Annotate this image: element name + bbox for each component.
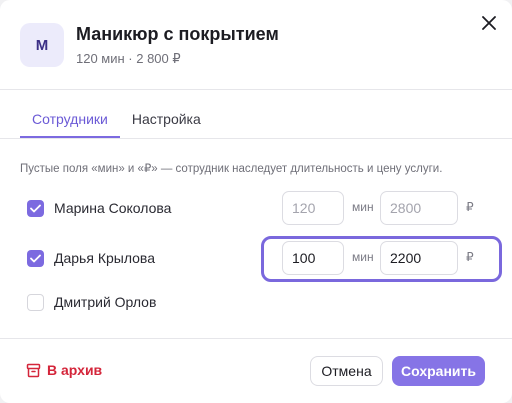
close-button[interactable]	[478, 12, 500, 34]
archive-label: В архив	[47, 362, 103, 378]
staff-row: Дарья Крылова мин ₽	[0, 241, 512, 277]
currency-unit: ₽	[466, 200, 474, 214]
inheritance-hint: Пустые поля «мин» и «₽» — сотрудник насл…	[20, 163, 443, 175]
staff-checkbox[interactable]	[27, 250, 44, 267]
minutes-unit: мин	[352, 250, 374, 264]
tab-settings[interactable]: Настройка	[120, 100, 213, 138]
archive-button[interactable]: В архив	[26, 362, 102, 378]
tabs-divider	[0, 138, 512, 139]
service-title: Маникюр с покрытием	[76, 24, 279, 44]
staff-checkbox[interactable]	[27, 294, 44, 311]
tab-bar: Сотрудники Настройка	[20, 100, 213, 138]
minutes-input[interactable]	[282, 191, 344, 225]
price-input[interactable]	[380, 191, 458, 225]
tab-staff[interactable]: Сотрудники	[20, 100, 120, 138]
staff-name: Дмитрий Орлов	[54, 294, 157, 310]
minutes-unit: мин	[352, 200, 374, 214]
staff-name: Дарья Крылова	[54, 250, 156, 266]
currency-unit: ₽	[466, 250, 474, 264]
cancel-button[interactable]: Отмена	[310, 356, 383, 386]
archive-icon	[26, 363, 41, 377]
staff-row: Дмитрий Орлов	[0, 285, 512, 321]
checkmark-icon	[30, 254, 41, 263]
staff-name: Марина Соколова	[54, 200, 172, 216]
save-button[interactable]: Сохранить	[392, 356, 485, 386]
staff-row: Марина Соколова мин ₽	[0, 191, 512, 227]
checkmark-icon	[30, 204, 41, 213]
staff-checkbox[interactable]	[27, 200, 44, 217]
close-icon	[482, 16, 496, 30]
minutes-input[interactable]	[282, 241, 344, 275]
footer-divider	[0, 338, 512, 339]
service-modal: М Маникюр с покрытием 120 мин · 2 800 ₽ …	[0, 0, 512, 403]
service-subtitle: 120 мин · 2 800 ₽	[76, 51, 181, 66]
header-divider	[0, 89, 512, 90]
service-avatar: М	[20, 23, 64, 67]
price-input[interactable]	[380, 241, 458, 275]
